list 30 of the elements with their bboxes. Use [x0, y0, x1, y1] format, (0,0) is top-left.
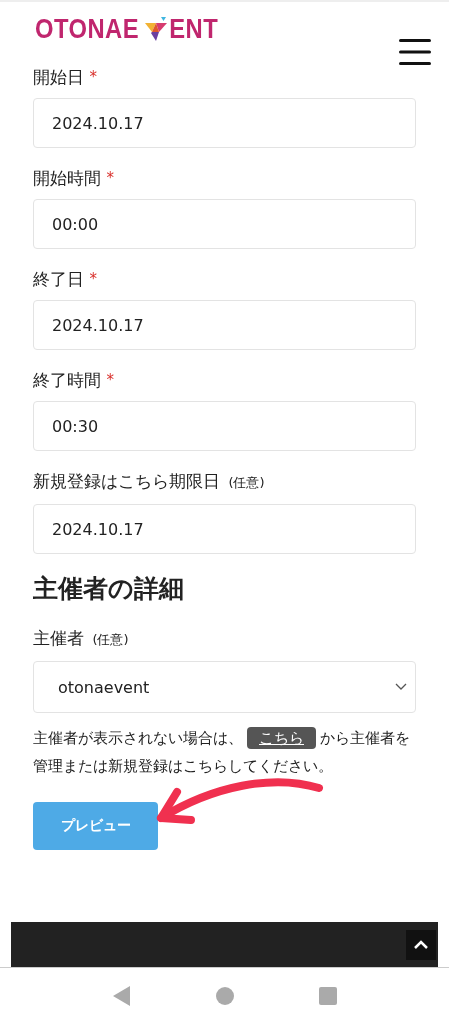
field-label: 開始時間 — [33, 168, 101, 188]
optional-note: (任意) — [228, 475, 265, 490]
field-label: 開始日 — [33, 67, 84, 87]
chevron-down-icon — [395, 683, 407, 691]
field-label: 新規登録はこちら期限日 — [33, 471, 220, 491]
input-field[interactable]: 2024.10.17 — [33, 98, 416, 148]
back-icon[interactable] — [112, 986, 131, 1006]
field-label: 終了時間 — [33, 370, 101, 390]
back-to-top-icon[interactable] — [406, 929, 436, 960]
input-field[interactable]: 00:30 — [33, 401, 416, 451]
organizer-select[interactable]: otonaevent — [33, 661, 416, 713]
required-mark: * — [89, 270, 97, 288]
here-link[interactable]: こちら — [247, 727, 316, 749]
optional-note: (任意) — [92, 632, 129, 647]
field-label: 主催者 — [33, 628, 84, 648]
menu-icon[interactable] — [399, 38, 431, 66]
required-mark: * — [106, 169, 114, 187]
input-field[interactable]: 2024.10.17 — [33, 300, 416, 350]
logo-mark-icon — [145, 16, 167, 43]
input-field[interactable]: 2024.10.17 — [33, 504, 416, 554]
recents-icon[interactable] — [318, 987, 337, 1005]
field-label: 終了日 — [33, 269, 84, 289]
logo-text: ENT — [169, 14, 219, 45]
help-text: 主催者が表示されない場合は、 こちら から主催者を管理または新規登録はこちらしてください。 — [33, 724, 416, 780]
section-heading: 主催者の詳細 — [33, 573, 185, 605]
required-mark: * — [89, 68, 97, 86]
input-field[interactable]: 00:00 — [33, 199, 416, 249]
home-icon[interactable] — [215, 987, 234, 1005]
required-mark: * — [106, 371, 114, 389]
logo-text: OTONAE — [35, 14, 139, 45]
